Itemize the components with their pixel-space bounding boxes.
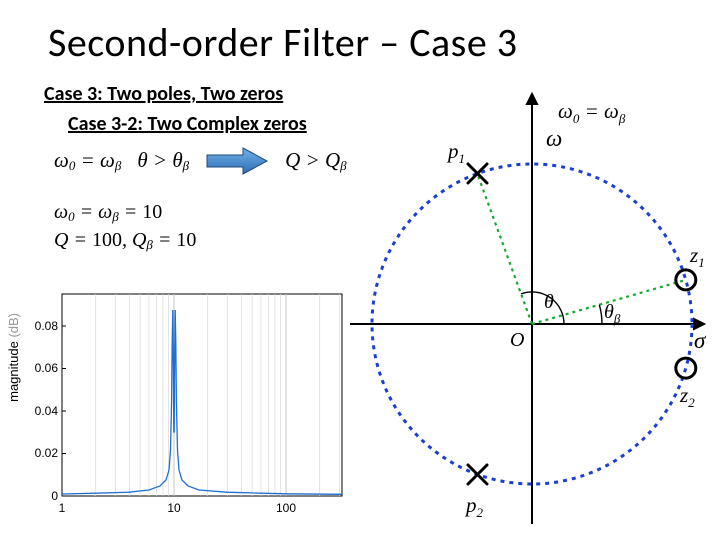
svg-text:O: O (510, 329, 524, 351)
svg-text:z2: z2 (679, 383, 695, 410)
val-line1: ω0 = ωβ = 10 (54, 198, 196, 226)
val-line2: Q = 100, Qβ = 10 (54, 226, 196, 254)
mag-ylabel: magnitude (dB) (6, 313, 21, 402)
cond-q: Q > Qβ (285, 148, 347, 174)
subtitle-case3-2: Case 3-2: Two Complex zeros (68, 112, 307, 136)
condition-row: ω0 = ωβ θ > θβ Q > Qβ (54, 146, 347, 176)
pz-plane: ω0 = ωβ ω σ O p1 p2 z1 z2 θ θβ (350, 86, 714, 530)
svg-text:z1: z1 (689, 243, 705, 270)
svg-text:σ: σ (694, 328, 707, 353)
slide-title: Second-order Filter – Case 3 (48, 18, 518, 67)
example-values: ω0 = ωβ = 10 Q = 100, Qβ = 10 (54, 198, 196, 254)
subtitle-case3: Case 3: Two poles, Two zeros (44, 82, 283, 106)
cond-omega: ω0 = ωβ (54, 148, 121, 174)
svg-text:0.06: 0.06 (35, 361, 59, 375)
pz-top-eq: ω0 = ωβ (558, 99, 626, 126)
magnitude-plot: magnitude (dB) (0, 282, 356, 540)
svg-text:1: 1 (59, 501, 66, 515)
svg-text:ω: ω (546, 126, 562, 151)
arrow-icon (205, 146, 269, 176)
pole-p2 (468, 465, 487, 484)
svg-text:0.04: 0.04 (35, 404, 59, 418)
cond-theta: θ > θβ (137, 148, 189, 174)
svg-text:0.02: 0.02 (35, 446, 59, 460)
svg-text:θ: θ (544, 291, 554, 313)
svg-text:θβ: θβ (604, 301, 621, 326)
svg-text:0.08: 0.08 (35, 319, 59, 333)
svg-text:100: 100 (276, 501, 296, 515)
svg-text:10: 10 (167, 501, 181, 515)
zero-z2 (676, 358, 696, 378)
svg-text:0: 0 (51, 489, 58, 503)
svg-text:p1: p1 (446, 139, 465, 166)
pole-p1 (468, 164, 487, 183)
svg-text:p2: p2 (464, 493, 484, 520)
